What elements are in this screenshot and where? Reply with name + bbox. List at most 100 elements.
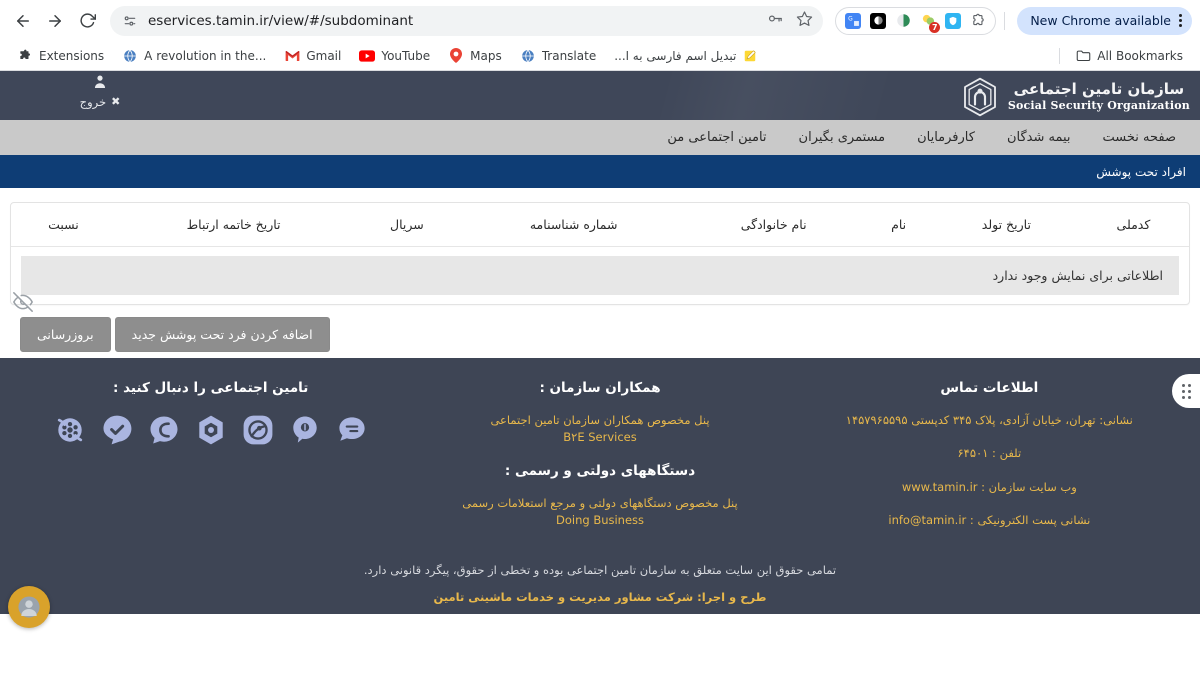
puzzle-icon bbox=[17, 48, 33, 64]
address-bar[interactable]: eservices.tamin.ir/view/#/subdominant bbox=[110, 5, 824, 36]
gov-panel-link-en[interactable]: Doing Business bbox=[405, 512, 794, 529]
six-dots-icon[interactable] bbox=[1172, 374, 1200, 408]
extensions-puzzle-icon[interactable] bbox=[970, 13, 986, 29]
bookmarks-divider bbox=[1059, 47, 1061, 64]
close-x-icon: ✖ bbox=[111, 95, 121, 108]
col-birth-certificate-number[interactable]: شماره شناسنامه bbox=[462, 203, 685, 247]
logout-label: خروج bbox=[79, 94, 107, 109]
site-footer: تامین اجتماعی را دنبال کنید : همکاران سا… bbox=[0, 358, 1200, 628]
contact-email[interactable]: نشانی پست الکترونیکی : info@tamin.ir bbox=[795, 512, 1184, 529]
reload-button[interactable] bbox=[72, 6, 102, 36]
bookmark-persian-name-converter[interactable]: تبدیل اسم فارسی به ا... bbox=[607, 45, 765, 67]
page-content: ✖ خروج سازمان تامین اجتماعی Social Secur… bbox=[0, 71, 1200, 628]
globe-icon bbox=[520, 48, 536, 64]
eitaa-icon[interactable] bbox=[240, 412, 276, 448]
drag-handle-dots bbox=[1181, 383, 1191, 399]
new-chrome-available-button[interactable]: New Chrome available bbox=[1017, 6, 1192, 35]
aparat-icon[interactable] bbox=[52, 412, 88, 448]
bookmark-gmail[interactable]: Gmail bbox=[277, 45, 348, 67]
main-content: کدملی تاریخ تولد نام نام خانوادگی شماره … bbox=[0, 188, 1200, 358]
bookmark-translate[interactable]: Translate bbox=[513, 45, 604, 67]
url-text: eservices.tamin.ir/view/#/subdominant bbox=[148, 12, 414, 29]
maps-pin-icon bbox=[448, 48, 464, 64]
bookmarks-bar: Extensions A revolution in the... Gmail … bbox=[0, 41, 1200, 71]
user-session-block: ✖ خروج bbox=[0, 75, 200, 109]
nav-employers[interactable]: کارفرمایان bbox=[901, 120, 991, 155]
honey-extension-icon[interactable]: 7 bbox=[920, 13, 941, 33]
all-bookmarks-label: All Bookmarks bbox=[1097, 48, 1183, 63]
col-relation[interactable]: نسبت bbox=[11, 203, 116, 247]
footer-contact-column: اطلاعات تماس نشانی: تهران، خیابان آزادی،… bbox=[795, 380, 1184, 547]
bookmark-youtube[interactable]: YouTube bbox=[352, 45, 437, 67]
nav-insured[interactable]: بیمه شدگان bbox=[991, 120, 1087, 155]
nav-my-social-security[interactable]: تامین اجتماعی من bbox=[651, 120, 782, 155]
site-logo[interactable]: سازمان تامین اجتماعی Social Security Org… bbox=[960, 77, 1190, 117]
empty-state-message: اطلاعاتی برای نمایش وجود ندارد bbox=[21, 256, 1179, 295]
col-serial[interactable]: سریال bbox=[351, 203, 463, 247]
bale-icon[interactable] bbox=[99, 412, 135, 448]
footer-contact-title: اطلاعات تماس bbox=[940, 380, 1039, 396]
table-empty-cell: اطلاعاتی برای نمایش وجود ندارد bbox=[11, 247, 1189, 305]
ghostery-extension-icon[interactable] bbox=[895, 13, 911, 29]
footer-columns: تامین اجتماعی را دنبال کنید : همکاران سا… bbox=[0, 380, 1200, 547]
col-first-name[interactable]: نام bbox=[862, 203, 935, 247]
accessibility-headset-icon[interactable] bbox=[8, 585, 50, 628]
table-header-row: کدملی تاریخ تولد نام نام خانوادگی شماره … bbox=[11, 203, 1189, 247]
notepad-icon bbox=[742, 48, 758, 64]
covered-persons-table: کدملی تاریخ تولد نام نام خانوادگی شماره … bbox=[11, 203, 1189, 304]
bookmark-label: تبدیل اسم فارسی به ا... bbox=[614, 48, 737, 63]
sso-logo-icon bbox=[963, 77, 996, 117]
bookmark-label: Extensions bbox=[39, 48, 105, 63]
new-chrome-label: New Chrome available bbox=[1030, 13, 1171, 28]
table-empty-row: اطلاعاتی برای نمایش وجود ندارد bbox=[11, 247, 1189, 305]
partners-panel-link-en[interactable]: B۲E Services bbox=[405, 429, 794, 446]
logo-title-en: Social Security Organization bbox=[1007, 99, 1190, 113]
bookmark-label: Gmail bbox=[306, 48, 342, 63]
col-last-name[interactable]: نام خانوادگی bbox=[684, 203, 863, 247]
nav-pensioners[interactable]: مستمری بگیران bbox=[783, 120, 902, 155]
bookmark-extensions[interactable]: Extensions bbox=[10, 45, 111, 67]
page-title-bar: افراد تحت پوشش bbox=[0, 155, 1200, 188]
eye-slash-icon[interactable] bbox=[13, 292, 33, 316]
google-translate-extension-icon[interactable]: G bbox=[845, 12, 862, 29]
table-head: کدملی تاریخ تولد نام نام خانوادگی شماره … bbox=[11, 203, 1189, 247]
chrome-menu-icon[interactable] bbox=[1175, 14, 1186, 27]
footer-social-title: تامین اجتماعی را دنبال کنید : bbox=[113, 380, 309, 396]
partners-panel-link-fa[interactable]: پنل مخصوص همکاران سازمان تامین اجتماعی bbox=[405, 412, 794, 429]
rubika-icon[interactable] bbox=[193, 412, 229, 448]
all-bookmarks-button[interactable]: All Bookmarks bbox=[1068, 45, 1190, 67]
footer-partners-title: همکاران سازمان : bbox=[539, 380, 661, 396]
table-actions: بروزرسانی اضافه کردن فرد تحت پوشش جدید bbox=[10, 305, 1190, 352]
extensions-pill: G 7 bbox=[835, 6, 997, 35]
page-info-icon[interactable] bbox=[122, 13, 138, 29]
logo-title-fa: سازمان تامین اجتماعی bbox=[1013, 80, 1185, 99]
add-covered-person-button[interactable]: اضافه کردن فرد تحت پوشش جدید bbox=[114, 317, 330, 352]
gap-icon[interactable] bbox=[334, 412, 370, 448]
soroush-icon[interactable] bbox=[146, 412, 182, 448]
password-key-icon[interactable] bbox=[767, 10, 784, 31]
logout-button[interactable]: ✖ خروج bbox=[80, 95, 121, 109]
back-button[interactable] bbox=[8, 6, 38, 36]
bookmark-maps[interactable]: Maps bbox=[441, 45, 509, 67]
user-icon bbox=[0, 75, 200, 91]
footer-partners-column: همکاران سازمان : پنل مخصوص همکاران سازما… bbox=[405, 380, 794, 547]
forward-button[interactable] bbox=[40, 6, 70, 36]
bookmark-star-icon[interactable] bbox=[796, 10, 813, 31]
bitwarden-extension-icon[interactable] bbox=[945, 12, 962, 29]
credit-text: طرح و اجرا: شرکت مشاور مدیریت و خدمات ما… bbox=[433, 589, 767, 604]
contact-website[interactable]: وب سایت سازمان : www.tamin.ir bbox=[795, 479, 1184, 496]
browser-chrome: eservices.tamin.ir/view/#/subdominant G bbox=[0, 0, 1200, 71]
nav-home[interactable]: صفحه نخست bbox=[1087, 120, 1186, 155]
col-relation-end-date[interactable]: تاریخ خاتمه ارتباط bbox=[115, 203, 352, 247]
honey-badge-count: 7 bbox=[929, 21, 941, 33]
main-navigation: صفحه نخست بیمه شدگان کارفرمایان مستمری ب… bbox=[0, 120, 1200, 155]
browser-toolbar: eservices.tamin.ir/view/#/subdominant G bbox=[0, 0, 1200, 41]
dark-reader-extension-icon[interactable] bbox=[870, 12, 887, 29]
col-national-id[interactable]: کدملی bbox=[1077, 203, 1189, 247]
youtube-icon bbox=[359, 48, 376, 64]
bookmark-a-revolution[interactable]: A revolution in the... bbox=[115, 45, 273, 67]
refresh-button[interactable]: بروزرسانی bbox=[20, 317, 111, 352]
gov-panel-link-fa[interactable]: پنل مخصوص دستگاههای دولتی و مرجع استعلام… bbox=[405, 495, 794, 512]
igap-icon[interactable] bbox=[287, 412, 323, 448]
col-birth-date[interactable]: تاریخ تولد bbox=[934, 203, 1078, 247]
